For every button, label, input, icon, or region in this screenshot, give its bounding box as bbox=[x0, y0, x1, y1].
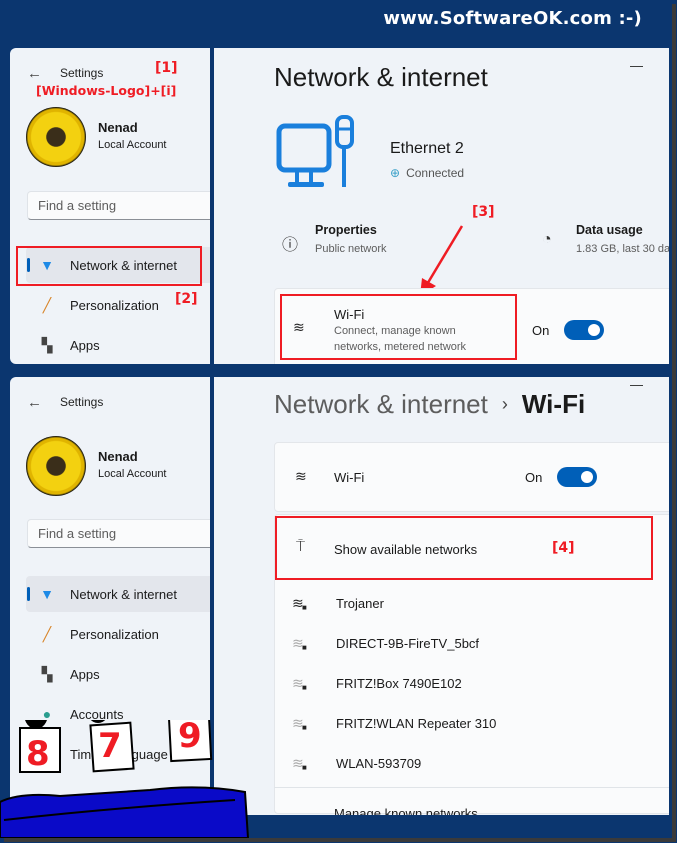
sidebar-item-personalization[interactable]: ╱ Personalization bbox=[26, 616, 210, 652]
network-ssid: FRITZ!WLAN Repeater 310 bbox=[336, 715, 497, 731]
properties-title: Properties bbox=[315, 223, 377, 237]
properties-subtitle: Public network bbox=[315, 243, 387, 255]
search-input[interactable]: Find a setting bbox=[27, 191, 210, 220]
score-9: 9 bbox=[178, 716, 202, 756]
minimize-button[interactable]: — bbox=[630, 58, 643, 73]
app-title: Settings bbox=[60, 395, 104, 409]
network-item[interactable]: ≋ ■ WLAN-593709 bbox=[274, 743, 654, 783]
search-placeholder: Find a setting bbox=[38, 526, 117, 541]
network-item[interactable]: ≋ ■ FRITZ!WLAN Repeater 310 bbox=[274, 703, 654, 743]
network-item[interactable]: ≋ ■ DIRECT-9B-FireTV_5bcf bbox=[274, 623, 654, 663]
wifi-signal-lock-icon: ≋ ■ bbox=[292, 674, 307, 692]
screenshot-frame: www.SoftwareOK.com :-) ← Settings [1] [W… bbox=[0, 0, 672, 838]
selection-indicator bbox=[27, 587, 30, 601]
manage-known-networks-link[interactable]: Manage known networks bbox=[334, 806, 478, 815]
breadcrumb: Network & internet › Wi-Fi bbox=[274, 389, 585, 420]
wifi-page: Network & internet › Wi-Fi — ≋ Wi-Fi On ⍑ … bbox=[214, 377, 669, 815]
wifi-signal-lock-icon: ≋ ■ bbox=[292, 754, 307, 772]
network-ssid: DIRECT-9B-FireTV_5bcf bbox=[336, 635, 480, 651]
wifi-toggle[interactable] bbox=[557, 467, 597, 487]
page-title: Network & internet bbox=[274, 62, 488, 92]
annotation-step-2: [2] bbox=[175, 291, 198, 307]
wifi-label: Wi-Fi bbox=[334, 470, 365, 485]
sidebar-item-apps[interactable]: ▚ Apps bbox=[26, 327, 210, 363]
wifi-icon: ≋ bbox=[295, 468, 307, 484]
globe-icon: ⊕ bbox=[390, 166, 401, 180]
apps-icon: ▚ bbox=[41, 336, 53, 353]
breadcrumb-current: Wi-Fi bbox=[521, 389, 586, 419]
highlight-box-show-networks bbox=[275, 516, 653, 580]
status-text: Connected bbox=[406, 166, 465, 180]
minimize-button[interactable]: — bbox=[630, 377, 643, 392]
network-item[interactable]: ≋ ■ FRITZ!Box 7490E102 bbox=[274, 663, 654, 703]
breadcrumb-parent[interactable]: Network & internet bbox=[274, 389, 488, 419]
info-icon: ⓘ bbox=[282, 237, 299, 254]
network-ssid: Trojaner bbox=[336, 595, 384, 611]
search-input[interactable]: Find a setting bbox=[27, 519, 210, 548]
search-placeholder: Find a setting bbox=[38, 198, 117, 213]
ethernet-monitor-icon bbox=[276, 115, 354, 187]
wifi-signal-lock-icon: ≋ ■ bbox=[292, 634, 307, 652]
network-ssid: FRITZ!Box 7490E102 bbox=[336, 675, 462, 691]
brush-icon: ╱ bbox=[42, 625, 52, 642]
sidebar-item-label: Apps bbox=[70, 337, 100, 353]
ethernet-status: ⊕ Connected bbox=[390, 166, 464, 180]
sidebar-item-network[interactable]: ▼ Network & internet bbox=[26, 576, 210, 612]
account-type: Local Account bbox=[98, 139, 167, 151]
highlight-box-wifi bbox=[280, 294, 517, 360]
user-name: Nenad bbox=[98, 449, 138, 464]
back-arrow-icon[interactable]: ← bbox=[27, 394, 42, 411]
apps-icon: ▚ bbox=[41, 665, 53, 682]
wifi-icon: ▼ bbox=[40, 586, 54, 602]
app-title: Settings bbox=[60, 66, 104, 80]
sidebar-item-label: Apps bbox=[70, 666, 100, 682]
data-usage-link[interactable]: Data usage 1.83 GB, last 30 days bbox=[576, 223, 669, 255]
wifi-toggle-label: On bbox=[532, 323, 550, 338]
data-usage-title: Data usage bbox=[576, 223, 643, 237]
highlight-box-network bbox=[16, 246, 202, 286]
wifi-signal-lock-icon: ≋ ■ bbox=[292, 594, 307, 612]
data-usage-subtitle: 1.83 GB, last 30 days bbox=[576, 243, 669, 255]
horizontal-divider bbox=[0, 365, 672, 376]
pie-chart-icon: ◔ bbox=[542, 231, 552, 248]
wifi-toggle[interactable] bbox=[564, 320, 604, 340]
sidebar-item-label: Personalization bbox=[70, 626, 159, 642]
network-ssid: WLAN-593709 bbox=[336, 755, 422, 771]
annotation-shortcut: [Windows-Logo]+[i] bbox=[36, 83, 177, 98]
user-name: Nenad bbox=[98, 120, 138, 135]
score-8: 8 bbox=[26, 734, 50, 774]
sidebar-item-label: Network & internet bbox=[70, 586, 177, 602]
annotation-step-1: [1] bbox=[155, 60, 178, 76]
annotation-step-3: [3] bbox=[472, 204, 495, 220]
annotation-arrow bbox=[420, 225, 464, 296]
breadcrumb-separator-icon: › bbox=[501, 394, 508, 414]
wifi-toggle-card: ≋ Wi-Fi On bbox=[274, 442, 669, 512]
divider bbox=[274, 787, 669, 788]
brand-watermark: www.SoftwareOK.com :-) bbox=[383, 8, 642, 29]
settings-sidebar-1: ← Settings [1] [Windows-Logo]+[i] Nenad … bbox=[10, 48, 210, 364]
brush-icon: ╱ bbox=[42, 296, 52, 313]
wifi-signal-lock-icon: ≋ ■ bbox=[292, 714, 307, 732]
network-item[interactable]: ≋ ■ Trojaner bbox=[274, 583, 654, 623]
sidebar-item-label: Personalization bbox=[70, 297, 159, 313]
account-type: Local Account bbox=[98, 468, 167, 480]
properties-link[interactable]: Properties Public network bbox=[315, 223, 387, 255]
jury-head-2 bbox=[90, 720, 106, 723]
back-arrow-icon[interactable]: ← bbox=[27, 65, 42, 82]
wifi-toggle-label: On bbox=[525, 470, 543, 485]
avatar[interactable] bbox=[26, 107, 86, 167]
sidebar-item-apps[interactable]: ▚ Apps bbox=[26, 656, 210, 692]
avatar[interactable] bbox=[26, 436, 86, 496]
ethernet-name: Ethernet 2 bbox=[390, 140, 464, 157]
score-7: 7 bbox=[98, 726, 122, 766]
